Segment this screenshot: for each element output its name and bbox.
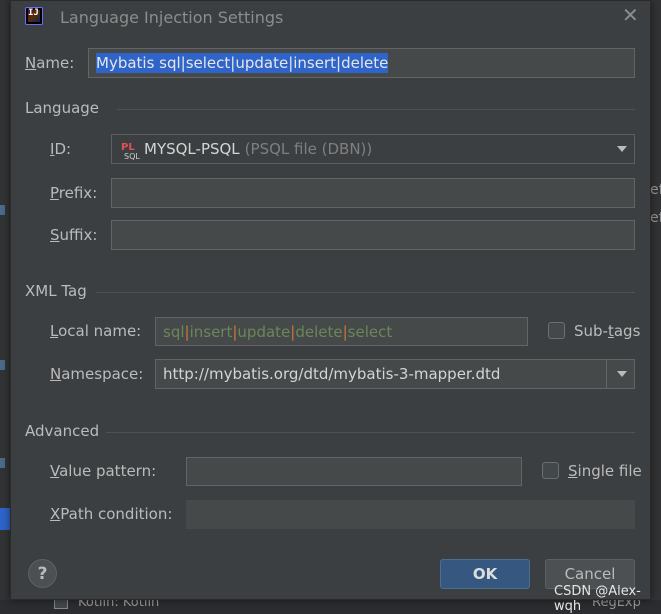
namespace-combobox[interactable]: http://mybatis.org/dtd/mybatis-3-mapper.… — [155, 359, 635, 389]
single-file-label[interactable]: Single file — [568, 462, 642, 480]
value-pattern-label: Value pattern: — [50, 462, 157, 480]
language-section-title: Language — [25, 99, 100, 117]
background-gutter-marker — [0, 360, 5, 370]
svg-text:SQL: SQL — [124, 152, 140, 160]
language-id-value: MYSQL-PSQL — [144, 140, 240, 158]
xpath-condition-field[interactable] — [186, 500, 635, 529]
background-right-gutter — [651, 0, 661, 610]
local-name-part: update — [237, 322, 291, 341]
language-injection-dialog: IJ Language Injection Settings ✕ Name: M… — [10, 0, 651, 600]
local-name-part: select — [347, 322, 393, 341]
xml-tag-section-title: XML Tag — [25, 282, 87, 300]
sub-tags-checkbox[interactable] — [548, 322, 565, 339]
local-name-part: sql — [163, 322, 185, 341]
psql-file-icon: PL SQL — [121, 142, 140, 160]
background-gutter-marker — [0, 205, 5, 215]
advanced-section-title: Advanced — [25, 422, 100, 440]
close-icon[interactable]: ✕ — [622, 5, 639, 25]
namespace-label: Namespace: — [50, 365, 144, 383]
namespace-dropdown-button[interactable] — [606, 360, 634, 388]
suffix-label: Suffix: — [50, 226, 98, 244]
namespace-value: http://mybatis.org/dtd/mybatis-3-mapper.… — [163, 365, 501, 383]
background-gutter-marker — [0, 458, 5, 468]
local-name-part: insert — [189, 322, 233, 341]
prefix-field[interactable] — [111, 178, 635, 208]
xpath-condition-label: XPath condition: — [50, 505, 173, 523]
name-field[interactable]: Mybatis sql|select|update|insert|delete — [88, 48, 635, 78]
name-label: Name: — [25, 54, 75, 72]
advanced-separator — [106, 432, 635, 433]
language-separator — [117, 109, 635, 110]
local-name-part: delete — [295, 322, 343, 341]
background-right-fragment: ef — [650, 182, 661, 198]
ok-button[interactable]: OK — [440, 559, 530, 589]
prefix-label: Prefix: — [50, 184, 98, 202]
suffix-field[interactable] — [111, 220, 635, 250]
chevron-down-icon — [617, 371, 627, 377]
value-pattern-field[interactable] — [186, 457, 522, 486]
xml-tag-separator — [96, 292, 635, 293]
background-right-fragment-2: ef — [650, 210, 661, 226]
intellij-app-icon: IJ — [25, 7, 43, 25]
help-button[interactable]: ? — [28, 559, 57, 588]
language-id-dropdown[interactable]: PL SQL MYSQL-PSQL (PSQL file (DBN)) — [111, 134, 635, 164]
local-name-field[interactable]: sql | insert | update | delete | select — [155, 317, 528, 346]
language-id-hint: (PSQL file (DBN)) — [244, 140, 373, 158]
name-value: Mybatis sql|select|update|insert|delete — [96, 53, 389, 73]
single-file-checkbox[interactable] — [542, 462, 559, 479]
chevron-down-icon — [617, 146, 627, 152]
dialog-title: Language Injection Settings — [60, 8, 284, 27]
id-label: ID: — [50, 140, 72, 158]
sub-tags-label[interactable]: Sub-tags — [574, 322, 640, 340]
local-name-label: Local name: — [50, 322, 142, 340]
background-selected-marker — [0, 508, 10, 530]
